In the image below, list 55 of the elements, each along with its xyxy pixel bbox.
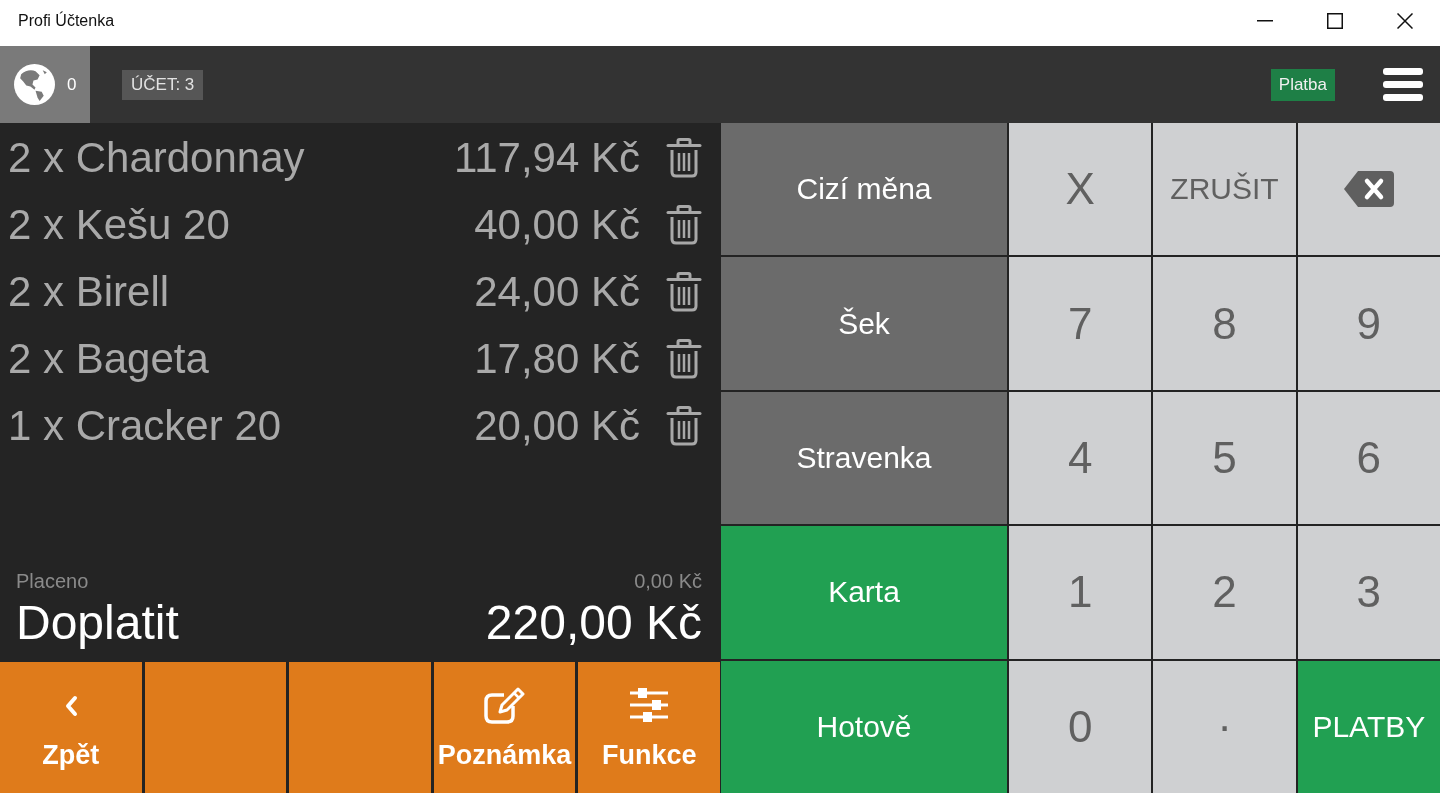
mode-label: Platba	[1270, 68, 1335, 101]
note-button[interactable]: Poznámka	[433, 662, 576, 793]
paid-label: Placeno	[16, 569, 89, 594]
keypad-key[interactable]: 1	[1009, 526, 1152, 659]
payment-method-button[interactable]: Hotově	[721, 660, 1007, 793]
paid-amount: 0,00 Kč	[634, 569, 702, 594]
payment-method-button[interactable]: Cizí měna	[721, 123, 1007, 256]
item-label: 2 x Kešu 20	[8, 200, 231, 249]
item-label: 2 x Chardonnay	[8, 133, 306, 182]
item-price: 40,00 Kč	[474, 200, 640, 249]
payment-method-button[interactable]: Karta	[721, 526, 1007, 659]
backspace-button[interactable]	[1297, 123, 1440, 256]
payments-button[interactable]: PLATBY	[1297, 660, 1440, 793]
due-label: Doplatit	[16, 595, 179, 651]
trash-icon[interactable]	[666, 338, 702, 379]
trash-icon[interactable]	[666, 271, 702, 312]
keypad-key[interactable]: 2	[1153, 526, 1296, 659]
globe-button[interactable]: 0	[0, 46, 90, 123]
sliders-icon	[629, 687, 670, 723]
item-label: 2 x Birell	[8, 267, 171, 316]
item-price: 17,80 Kč	[474, 334, 640, 383]
trash-icon[interactable]	[666, 405, 702, 446]
window-title: Profi Účtenka	[18, 12, 115, 30]
keypad-key[interactable]: 4	[1009, 391, 1152, 525]
payment-method-button[interactable]: Šek	[721, 257, 1007, 390]
item-price: 24,00 Kč	[474, 267, 640, 316]
due-amount: 220,00 Kč	[485, 595, 702, 651]
keypad-key[interactable]: 7	[1009, 257, 1152, 390]
payment-method-button[interactable]: Stravenka	[721, 391, 1007, 525]
item-price: 20,00 Kč	[474, 401, 640, 450]
functions-button[interactable]: Funkce	[578, 662, 720, 793]
backspace-icon	[1342, 169, 1395, 210]
globe-icon	[14, 64, 55, 105]
item-label: 1 x Cracker 20	[8, 401, 283, 450]
trash-icon[interactable]	[666, 204, 702, 245]
account-label[interactable]: ÚČET: 3	[122, 69, 204, 100]
keypad-key[interactable]: 3	[1297, 526, 1440, 659]
item-label: 2 x Bageta	[8, 334, 210, 383]
maximize-icon[interactable]	[1327, 13, 1343, 29]
keypad-key[interactable]: 9	[1297, 257, 1440, 390]
keypad-key[interactable]: .	[1153, 660, 1296, 793]
trash-icon[interactable]	[666, 137, 702, 178]
keypad-key[interactable]: X	[1009, 123, 1152, 256]
keypad-key[interactable]: 8	[1153, 257, 1296, 390]
edit-icon	[482, 685, 527, 725]
keypad-key[interactable]: 0	[1009, 660, 1152, 793]
keypad-key[interactable]: 5	[1153, 391, 1296, 525]
chevron-left-icon	[63, 695, 78, 717]
minimize-icon[interactable]	[1257, 20, 1273, 22]
item-price: 117,94 Kč	[453, 133, 640, 182]
clear-button[interactable]: ZRUŠIT	[1153, 123, 1296, 256]
menu-icon[interactable]	[1383, 67, 1423, 102]
back-button[interactable]: Zpět	[0, 662, 142, 793]
keypad-key[interactable]: 6	[1297, 391, 1440, 525]
close-icon[interactable]	[1397, 13, 1413, 29]
